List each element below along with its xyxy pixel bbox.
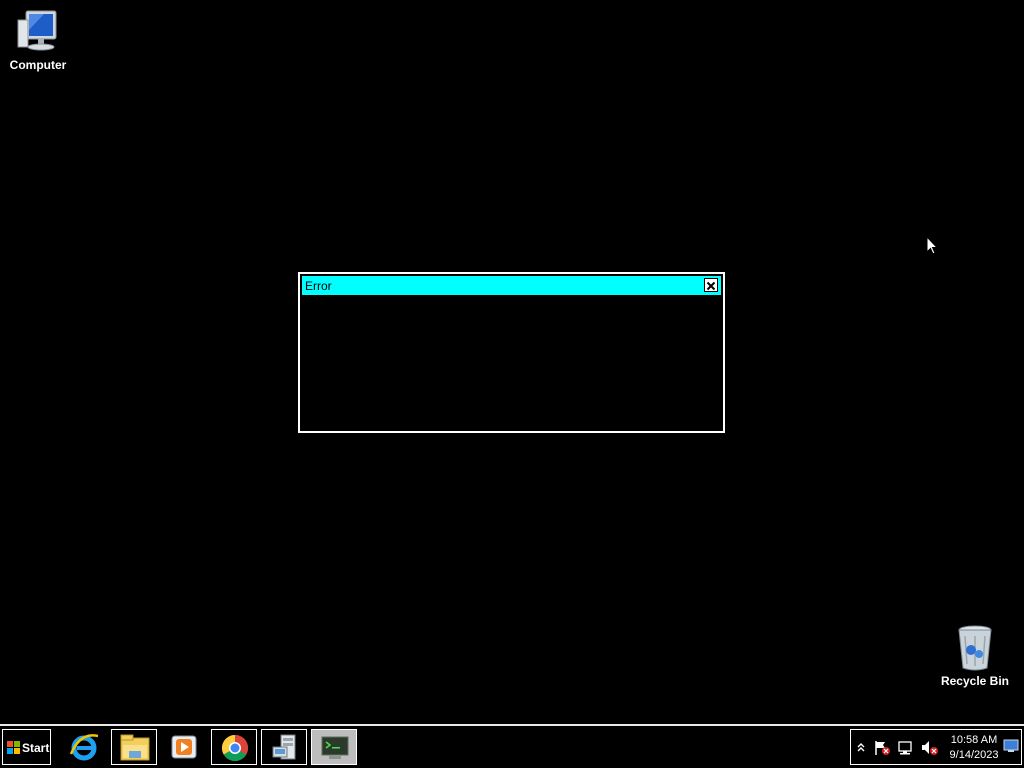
- desktop-icon-label: Recycle Bin: [940, 674, 1010, 688]
- volume-muted-icon[interactable]: [921, 740, 939, 756]
- taskbar-server-manager[interactable]: [261, 729, 307, 765]
- clock-date[interactable]: 9/14/2023: [946, 749, 1002, 761]
- media-player-icon: [171, 735, 197, 759]
- desktop-icon-label: Computer: [9, 58, 67, 72]
- internet-explorer-icon: [69, 734, 99, 761]
- chrome-icon: [221, 734, 249, 762]
- close-button[interactable]: [704, 278, 718, 292]
- taskbar: Start 10:58 AM 9/14/2023: [0, 724, 1024, 768]
- close-icon: [706, 281, 716, 291]
- desktop-icon-recycle-bin[interactable]: Recycle Bin: [935, 624, 1015, 688]
- taskbar-internet-explorer[interactable]: [61, 729, 107, 765]
- network-icon[interactable]: [897, 740, 915, 756]
- mouse-cursor-icon: [926, 236, 939, 255]
- error-dialog: Error: [298, 272, 725, 433]
- start-button[interactable]: Start: [2, 729, 51, 765]
- clock-time[interactable]: 10:58 AM: [950, 734, 998, 746]
- start-label: Start: [22, 741, 50, 755]
- show-desktop-icon[interactable]: [1003, 739, 1019, 753]
- computer-icon: [14, 8, 62, 56]
- action-center-icon[interactable]: [873, 740, 891, 756]
- taskbar-media-player[interactable]: [161, 729, 207, 765]
- show-hidden-icons-icon[interactable]: [856, 740, 866, 754]
- system-tray: 10:58 AM 9/14/2023: [850, 729, 1022, 765]
- dialog-title: Error: [305, 279, 332, 293]
- recycle-bin-icon: [951, 624, 999, 672]
- dialog-body: [302, 297, 721, 429]
- taskbar-chrome[interactable]: [211, 729, 257, 765]
- terminal-icon: [321, 736, 349, 759]
- server-manager-icon: [272, 734, 296, 760]
- file-explorer-icon: [120, 734, 150, 761]
- dialog-titlebar[interactable]: Error: [302, 276, 721, 295]
- desktop-icon-computer[interactable]: Computer: [0, 8, 78, 72]
- windows-logo-icon: [7, 741, 20, 754]
- desktop: Computer Recycle Bin Error: [0, 0, 1024, 724]
- taskbar-file-explorer[interactable]: [111, 729, 157, 765]
- taskbar-terminal[interactable]: [311, 729, 357, 765]
